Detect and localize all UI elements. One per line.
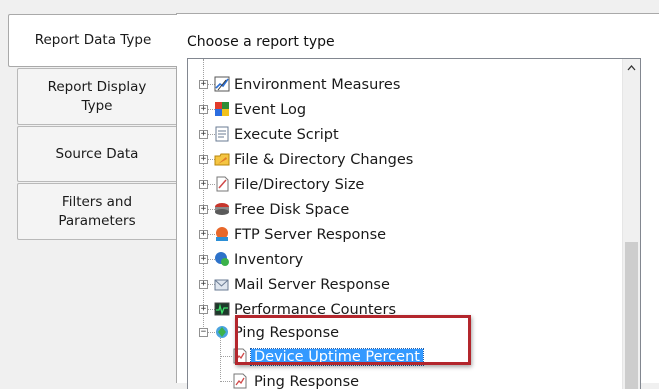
disk-icon bbox=[214, 201, 230, 217]
tab-filters-and-parameters[interactable]: Filters and Parameters bbox=[17, 183, 176, 240]
tab-label: Report Display Type bbox=[37, 78, 157, 116]
script-icon bbox=[214, 126, 230, 142]
expand-icon[interactable]: + bbox=[199, 280, 208, 289]
expand-icon[interactable]: + bbox=[199, 105, 208, 114]
tab-report-display-type[interactable]: Report Display Type bbox=[17, 68, 176, 125]
tree-item-label: Environment Measures bbox=[234, 77, 400, 93]
tree-item-inventory[interactable]: + Inventory bbox=[188, 247, 618, 272]
tab-label: Source Data bbox=[56, 145, 139, 164]
tree-connector bbox=[220, 356, 232, 357]
performance-icon bbox=[214, 301, 230, 317]
tab-source-data[interactable]: Source Data bbox=[17, 126, 176, 182]
tree-item-label: File/Directory Size bbox=[234, 177, 364, 193]
tree-item-environment-measures[interactable]: + Environment Measures bbox=[188, 72, 618, 97]
expand-icon[interactable]: + bbox=[199, 80, 208, 89]
tab-label: Report Data Type bbox=[35, 31, 152, 50]
expand-icon[interactable]: + bbox=[199, 230, 208, 239]
tree-item-label: Free Disk Space bbox=[234, 202, 349, 218]
tree-item-label: FTP Server Response bbox=[234, 227, 386, 243]
inventory-icon bbox=[214, 251, 230, 267]
ping-icon bbox=[214, 324, 230, 340]
tree-item-label: Ping Response bbox=[254, 374, 359, 389]
tree-item-ping-response-child[interactable]: Ping Response bbox=[188, 369, 618, 389]
tree-item-file-directory-size[interactable]: + File/Directory Size bbox=[188, 172, 618, 197]
pane-label: Choose a report type bbox=[187, 34, 335, 50]
tree-item-ftp-server-response[interactable]: + FTP Server Response bbox=[188, 222, 618, 247]
file-size-icon bbox=[214, 176, 230, 192]
report-type-tree[interactable]: + Environment Measures + Event Log + bbox=[187, 58, 641, 389]
mail-icon bbox=[214, 276, 230, 292]
tree-item-ping-response[interactable]: − Ping Response bbox=[188, 320, 618, 345]
expand-icon[interactable]: + bbox=[199, 305, 208, 314]
tree-item-event-log[interactable]: + Event Log bbox=[188, 97, 618, 122]
event-log-icon bbox=[214, 101, 230, 117]
tree-item-label: Event Log bbox=[234, 102, 306, 118]
tree-item-device-uptime-percent[interactable]: Device Uptime Percent bbox=[188, 344, 618, 369]
tree-item-file-directory-changes[interactable]: + File & Directory Changes bbox=[188, 147, 618, 172]
report-icon bbox=[232, 373, 248, 389]
folder-changes-icon bbox=[214, 151, 230, 167]
tree-item-label: Device Uptime Percent bbox=[251, 349, 423, 365]
tree-item-label: Execute Script bbox=[234, 127, 339, 143]
tree-item-free-disk-space[interactable]: + Free Disk Space bbox=[188, 197, 618, 222]
expand-icon[interactable]: + bbox=[199, 255, 208, 264]
tree-item-mail-server-response[interactable]: + Mail Server Response bbox=[188, 272, 618, 297]
tree-connector bbox=[220, 381, 232, 382]
collapse-icon[interactable]: − bbox=[199, 328, 208, 337]
scroll-thumb[interactable] bbox=[625, 242, 638, 389]
tree-item-label: Mail Server Response bbox=[234, 277, 390, 293]
tree-item-performance-counters[interactable]: + Performance Counters bbox=[188, 297, 618, 322]
content-pane: Choose a report type + Environment Measu… bbox=[176, 13, 659, 383]
tree-item-label: Performance Counters bbox=[234, 302, 396, 318]
scroll-up-icon[interactable] bbox=[623, 59, 640, 76]
tree-item-execute-script[interactable]: + Execute Script bbox=[188, 122, 618, 147]
expand-icon[interactable]: + bbox=[199, 205, 208, 214]
expand-icon[interactable]: + bbox=[199, 180, 208, 189]
vertical-scrollbar[interactable] bbox=[622, 59, 640, 389]
tree-item-label: File & Directory Changes bbox=[234, 152, 413, 168]
environment-icon bbox=[214, 76, 230, 92]
report-icon bbox=[232, 348, 248, 364]
expand-icon[interactable]: + bbox=[199, 155, 208, 164]
tab-label: Filters and Parameters bbox=[37, 193, 157, 231]
expand-icon[interactable]: + bbox=[199, 130, 208, 139]
tree-item-label: Inventory bbox=[234, 252, 303, 268]
tree-item-label: Ping Response bbox=[234, 325, 339, 341]
ftp-icon bbox=[214, 226, 230, 242]
tab-report-data-type[interactable]: Report Data Type bbox=[8, 14, 177, 67]
tab-panel: Report Data Type Report Display Type Sou… bbox=[0, 0, 176, 383]
